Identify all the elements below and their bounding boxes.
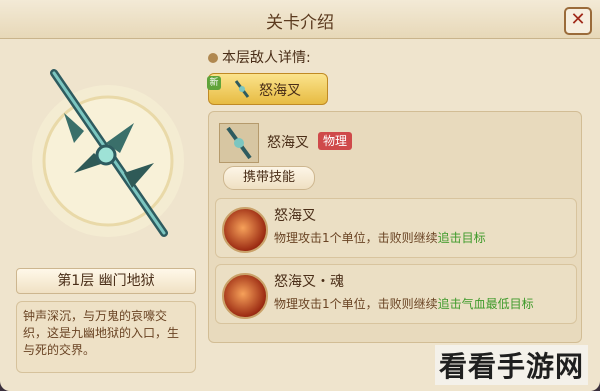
skill-fire-icon bbox=[222, 273, 268, 319]
enemy-details-heading-text: 本层敌人详情: bbox=[222, 50, 311, 66]
new-tag: 新 bbox=[207, 76, 221, 90]
floor-label: 第1层 幽门地狱 bbox=[16, 268, 196, 294]
skill-description: 物理攻击1个单位，击败则继续追击目标 bbox=[274, 229, 486, 246]
site-watermark: 看看手游网 bbox=[434, 345, 588, 385]
enemy-details: 本层敌人详情: 新 怒海叉 怒海叉 物理 携带技能 怒海叉 物理攻击1个单位，击… bbox=[207, 45, 582, 343]
floor-description: 钟声深沉，与万鬼的哀嚎交织，这是九幽地狱的入口，生与死的交界。 bbox=[16, 301, 196, 373]
floor-info: 第1层 幽门地狱 钟声深沉，与万鬼的哀嚎交织，这是九幽地狱的入口，生与死的交界。 bbox=[16, 45, 196, 373]
level-intro-panel: 关卡介绍 ✕ 第1层 幽门地狱 钟声深沉，与万鬼的哀嚎交织，这是九幽地狱的入口，… bbox=[0, 0, 600, 391]
skill-description: 物理攻击1个单位，击败则继续追击气血最低目标 bbox=[274, 295, 534, 312]
skill-item[interactable]: 怒海叉 物理攻击1个单位，击败则继续追击目标 bbox=[215, 198, 577, 258]
title-bar: 关卡介绍 ✕ bbox=[0, 0, 600, 39]
trident-weapon-image bbox=[32, 69, 184, 237]
skill-name: 怒海叉・魂 bbox=[274, 274, 344, 290]
close-button[interactable]: ✕ bbox=[564, 7, 592, 35]
skill-desc-text: 物理攻击1个单位，击败则继续 bbox=[274, 297, 438, 311]
enemy-mini-icon bbox=[234, 80, 250, 98]
bullet-icon bbox=[208, 53, 218, 63]
skills-heading: 携带技能 bbox=[223, 166, 315, 190]
skill-desc-highlight: 追击目标 bbox=[437, 231, 486, 245]
enemy-tab[interactable]: 新 怒海叉 bbox=[207, 73, 328, 105]
enemy-name: 怒海叉 bbox=[267, 135, 309, 151]
panel-title: 关卡介绍 bbox=[266, 13, 334, 33]
skill-fire-icon bbox=[222, 207, 268, 253]
enemy-tab-name: 怒海叉 bbox=[259, 83, 301, 99]
skill-desc-text: 物理攻击1个单位，击败则继续 bbox=[274, 231, 438, 245]
skill-name: 怒海叉 bbox=[274, 208, 316, 224]
skill-desc-highlight: 追击气血最低目标 bbox=[437, 297, 534, 311]
enemy-portrait bbox=[219, 123, 259, 163]
enemy-details-heading: 本层敌人详情: bbox=[208, 47, 311, 67]
skill-item[interactable]: 怒海叉・魂 物理攻击1个单位，击败则继续追击气血最低目标 bbox=[215, 264, 577, 324]
damage-type-badge: 物理 bbox=[318, 132, 353, 150]
enemy-detail-box: 怒海叉 物理 携带技能 怒海叉 物理攻击1个单位，击败则继续追击目标 怒海叉・魂… bbox=[208, 111, 582, 343]
